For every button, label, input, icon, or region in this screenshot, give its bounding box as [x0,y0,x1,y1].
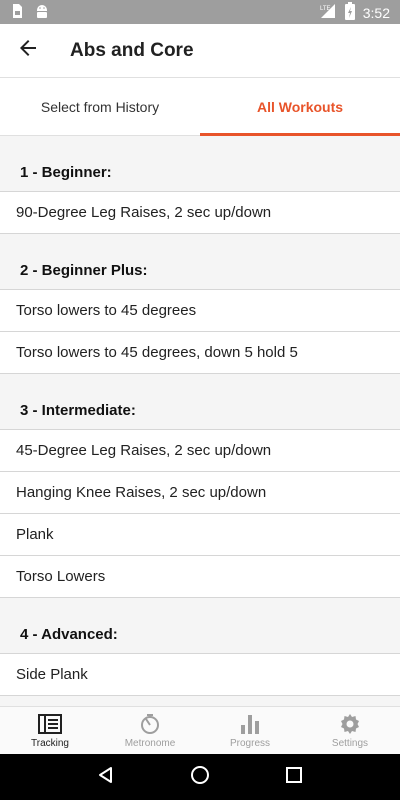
bar-chart-icon [240,712,260,736]
tab-bar: Select from History All Workouts [0,79,400,136]
back-triangle-icon[interactable] [97,766,115,789]
list-item[interactable]: 90-Degree Leg Raises, 2 sec up/down [0,192,400,234]
tab-select-from-history[interactable]: Select from History [0,79,200,135]
nav-metronome[interactable]: Metronome [100,707,200,754]
status-time: 3:52 [362,4,390,21]
section-header-beginner-plus: 2 - Beginner Plus: [0,234,400,290]
home-circle-icon[interactable] [190,765,210,790]
list-item[interactable]: Side Plank [0,654,400,696]
signal-icon: LTE [319,3,337,22]
status-bar: LTE 3:52 [0,0,400,24]
page-title: Abs and Core [70,39,194,61]
app-bar: Abs and Core [0,24,400,78]
sim-card-icon [10,3,24,24]
section-header-intermediate: 3 - Intermediate: [0,374,400,430]
list-item[interactable]: Torso lowers to 45 degrees, down 5 hold … [0,332,400,374]
gear-icon [339,712,361,736]
android-icon [34,3,50,24]
nav-tracking[interactable]: Tracking [0,707,100,754]
list-item[interactable]: Torso Lowers [0,556,400,598]
bottom-navigation: Tracking Metronome Progress Settings [0,706,400,754]
list-item[interactable]: Plank [0,514,400,556]
nav-settings-label: Settings [331,738,369,749]
list-item[interactable]: 45-Degree Leg Raises, 2 sec up/down [0,430,400,472]
nav-progress-label: Progress [229,738,270,749]
nav-progress[interactable]: Progress [200,707,300,754]
section-header-beginner: 1 - Beginner: [0,136,400,192]
nav-tracking-label: Tracking [31,738,69,749]
tab-all-workouts[interactable]: All Workouts [200,79,400,136]
list-item[interactable]: Torso lowers to 45 degrees [0,290,400,332]
metronome-icon [139,712,161,736]
network-type: LTE [320,6,331,12]
nav-settings[interactable]: Settings [300,707,400,754]
workout-list[interactable]: 1 - Beginner: 90-Degree Leg Raises, 2 se… [0,136,400,706]
recents-square-icon[interactable] [285,766,303,789]
battery-icon [344,2,355,23]
nav-metronome-label: Metronome [124,738,176,749]
section-header-advanced: 4 - Advanced: [0,598,400,654]
arrow-back-icon [18,38,38,63]
list-item[interactable]: Hanging Knee Raises, 2 sec up/down [0,472,400,514]
system-navigation-bar [0,754,400,800]
tracking-icon [38,712,62,736]
back-button[interactable] [0,24,56,78]
